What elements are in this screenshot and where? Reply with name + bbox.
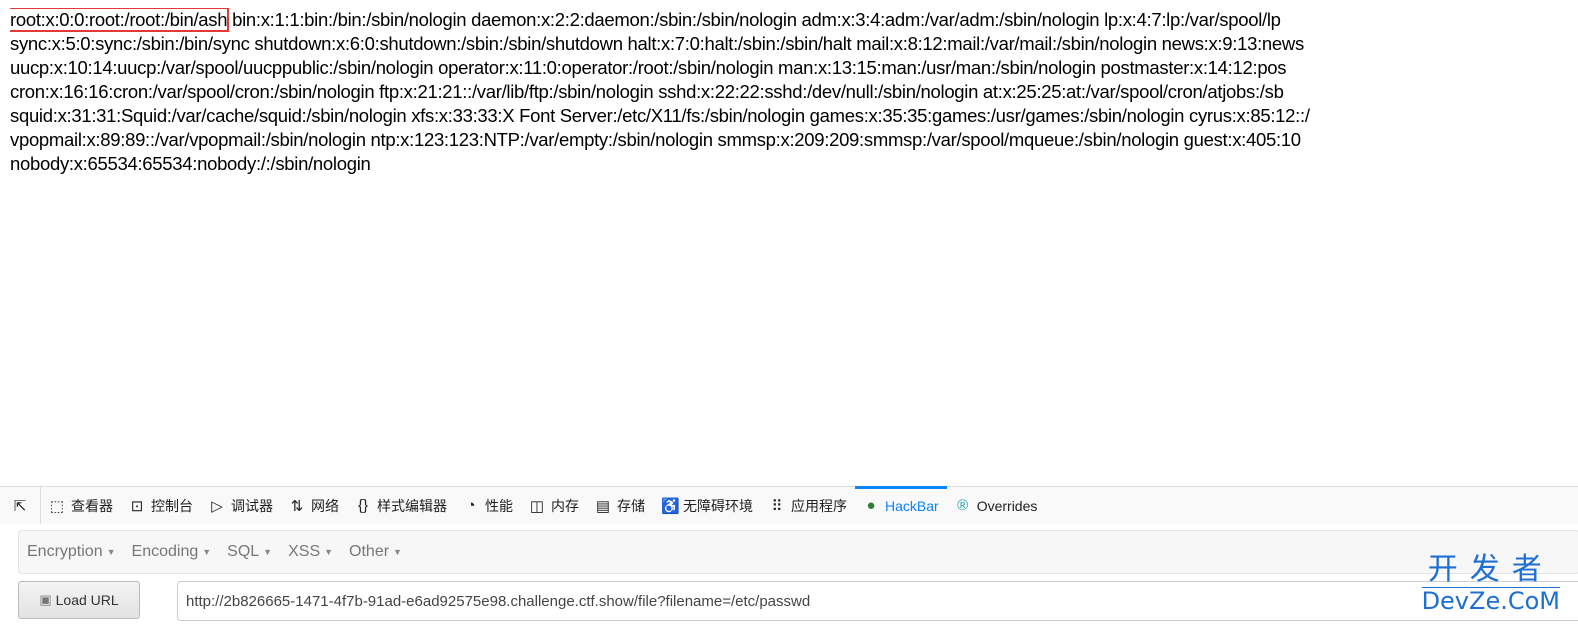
devtools-tab-label: 无障碍环境	[683, 497, 753, 514]
menu-label: Other	[349, 543, 390, 560]
devtools-tab-label: HackBar	[885, 497, 939, 514]
devtools-tab-label: Overrides	[976, 497, 1038, 514]
inspector-icon: ⬚	[49, 497, 65, 515]
hackbar-icon: ●	[866, 497, 876, 514]
caret-down-icon: ▼	[263, 547, 273, 557]
devtools-tab--[interactable]: ◔ 性能	[455, 487, 521, 524]
devtools-tab--[interactable]: {} 样式编辑器	[347, 487, 455, 524]
hackbar-menu: Encryption ▼ Encoding ▼ SQL ▼ XSS ▼ Other ▼	[18, 530, 1578, 574]
load-url-label: Load URL	[55, 592, 119, 608]
hackbar-menu-encoding[interactable]: Encoding ▼	[124, 543, 220, 561]
passwd-line: cron:x:16:16:cron:/var/spool/cron:/sbin/…	[10, 81, 1284, 102]
storage-icon: ▤	[595, 497, 611, 515]
highlighted-root-entry: root:x:0:0:root:/root:/bin/ash	[10, 8, 230, 32]
style-editor-icon: {}	[357, 497, 369, 514]
network-icon: ⇅	[290, 497, 304, 515]
menu-label: SQL	[227, 543, 260, 560]
load-url-icon: ▣	[39, 592, 52, 607]
devtools-tab-label: 查看器	[71, 497, 113, 514]
performance-icon: ◔	[466, 497, 476, 514]
menu-label: Encryption	[27, 543, 103, 560]
url-input[interactable]	[177, 581, 1578, 621]
memory-icon: ◫	[529, 497, 545, 515]
overrides-icon: ®	[957, 497, 969, 514]
passwd-line-text: bin:x:1:1:bin:/bin:/sbin/nologin daemon:…	[227, 9, 1281, 30]
devtools-tab-label: 样式编辑器	[377, 497, 447, 514]
menu-label: Encoding	[131, 543, 199, 560]
passwd-line: root:x:0:0:root:/root:/bin/ash bin:x:1:1…	[10, 8, 1578, 32]
devtools-tab--[interactable]: ⬚ 查看器	[41, 487, 121, 524]
debugger-icon: ▷	[211, 497, 223, 515]
devtools-tab--[interactable]: ◫ 内存	[521, 487, 587, 524]
hackbar-menu-encryption[interactable]: Encryption ▼	[19, 543, 124, 561]
caret-down-icon: ▼	[202, 547, 212, 557]
passwd-line: sync:x:5:0:sync:/sbin:/bin/sync shutdown…	[10, 33, 1304, 54]
devtools-tab--[interactable]: ▷ 调试器	[201, 487, 281, 524]
menu-label: XSS	[288, 543, 321, 560]
element-picker-icon: ⇱	[13, 497, 27, 515]
hackbar-menu-sql[interactable]: SQL ▼	[219, 543, 280, 561]
console-icon: ⊡	[130, 497, 144, 515]
devtools-tab-label: 内存	[551, 497, 579, 514]
devtools-tab--[interactable]: ⇅ 网络	[281, 487, 347, 524]
devtools-tab-label: 网络	[311, 497, 339, 514]
devtools-tab--[interactable]: ⠿ 应用程序	[761, 487, 855, 524]
devtools-tab-label: 性能	[485, 497, 513, 514]
passwd-line: vpopmail:x:89:89::/var/vpopmail:/sbin/no…	[10, 129, 1301, 150]
accessibility-icon: ♿	[661, 497, 680, 515]
page-content: root:x:0:0:root:/root:/bin/ash bin:x:1:1…	[10, 8, 1578, 176]
passwd-line: nobody:x:65534:65534:nobody:/:/sbin/nolo…	[10, 153, 371, 174]
devtools-tab-label: 存储	[617, 497, 645, 514]
hackbar-menu-xss[interactable]: XSS ▼	[280, 543, 341, 561]
passwd-line: squid:x:31:31:Squid:/var/cache/squid:/sb…	[10, 105, 1310, 126]
element-picker-button[interactable]: ⇱	[0, 487, 41, 524]
passwd-line: uucp:x:10:14:uucp:/var/spool/uucppublic:…	[10, 57, 1287, 78]
application-icon: ⠿	[771, 497, 783, 515]
devtools-tab--[interactable]: ▤ 存储	[587, 487, 653, 524]
load-url-button[interactable]: ▣ Load URL	[18, 581, 140, 619]
caret-down-icon: ▼	[324, 547, 334, 557]
caret-down-icon: ▼	[393, 547, 402, 557]
devtools-tab--[interactable]: ⊡ 控制台	[121, 487, 201, 524]
hackbar-menu-other[interactable]: Other ▼	[341, 543, 410, 561]
watermark-logo: 开发者 DevZe.CoM	[1421, 552, 1560, 615]
devtools-tab-hackbar[interactable]: ● HackBar	[855, 486, 947, 524]
devtools-tab-label: 控制台	[151, 497, 193, 514]
caret-down-icon: ▼	[106, 547, 116, 557]
devtools-tab-label: 应用程序	[791, 497, 847, 514]
devtools-toolbar: ⇱ ⬚ 查看器 ⊡ 控制台 ▷ 调试器 ⇅ 网络{} 样式编辑器 ◔ 性能 ◫ 内存 ▤ 存储 ♿ 无障碍环境 ⠿…	[0, 486, 1578, 525]
devtools-tab-label: 调试器	[231, 497, 273, 514]
devtools-tab--[interactable]: ♿ 无障碍环境	[653, 487, 761, 524]
hackbar-panel: Encryption ▼ Encoding ▼ SQL ▼ XSS ▼ Other ▼ ▣ Loa…	[0, 524, 1578, 626]
devtools-tab-overrides[interactable]: ® Overrides	[947, 487, 1046, 524]
